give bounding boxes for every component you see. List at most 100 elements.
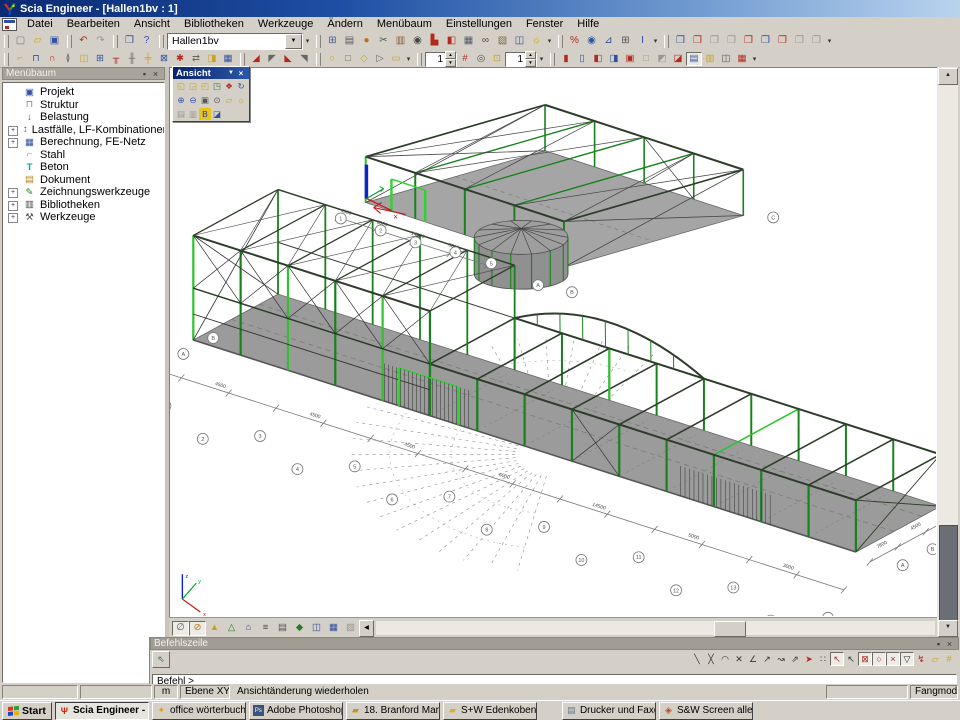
panel-view-icon-7[interactable]: ❐: [774, 33, 791, 49]
toolbar-overflow-icon[interactable]: ▾: [303, 37, 312, 45]
modify-tool-icon-4[interactable]: ◨: [606, 52, 622, 66]
toolbar-grip[interactable]: [159, 35, 164, 48]
modify-tool-icon-3[interactable]: ◧: [590, 52, 606, 66]
next-view-icon[interactable]: ▥: [187, 108, 199, 120]
select-arc-icon[interactable]: ◠: [718, 652, 732, 666]
sidebar-item-struktur[interactable]: ⊓ Struktur: [3, 99, 164, 112]
status-snap-mode[interactable]: Fangmodus: [910, 685, 958, 699]
member-tool-icon-13[interactable]: ◨: [204, 52, 220, 66]
open-icon[interactable]: ▱: [29, 33, 46, 49]
close-icon[interactable]: ×: [150, 69, 161, 79]
angle-snap-icon[interactable]: ∠: [746, 652, 760, 666]
mdi-document-icon[interactable]: [2, 18, 17, 31]
toolbar-grip[interactable]: [316, 35, 321, 48]
line-tool-icon-4[interactable]: ◥: [296, 52, 312, 66]
toolbar-grip[interactable]: [4, 53, 9, 66]
horizontal-scrollbar[interactable]: [376, 621, 935, 635]
menu-aendern[interactable]: Ändern: [320, 18, 369, 31]
stepper-up-icon[interactable]: ▲: [525, 51, 536, 59]
toolbar-overflow-icon[interactable]: ▾: [651, 37, 660, 45]
toolbar-grip[interactable]: [67, 35, 72, 48]
combobox-dropdown-icon[interactable]: ▼: [285, 34, 302, 49]
snap-mid-icon[interactable]: ↖: [844, 652, 858, 666]
sidebar-item-zeichnungswerkzeuge[interactable]: + ✎ Zeichnungswerkzeuge: [3, 186, 164, 199]
scale-x-stepper[interactable]: 1 ▲▼: [425, 52, 457, 67]
sidebar-item-werkzeuge[interactable]: + ⚒ Werkzeuge: [3, 211, 164, 224]
arrow2-icon[interactable]: ⇗: [788, 652, 802, 666]
project-settings-icon[interactable]: ⊞: [324, 33, 341, 49]
modify-tool-icon-8[interactable]: ◪: [670, 52, 686, 66]
home-view-icon[interactable]: ⌂: [240, 621, 257, 636]
draw-tool-icon-2[interactable]: □: [340, 52, 356, 66]
line-tool-icon-2[interactable]: ◤: [264, 52, 280, 66]
model-canvas[interactable]: 4500450045006000145005000300078004500450…: [170, 68, 936, 616]
box-icon[interactable]: ◧: [443, 33, 460, 49]
window2-icon[interactable]: ◫: [308, 621, 325, 636]
lamp-icon[interactable]: ☼: [528, 33, 545, 49]
sidebar-item-belastung[interactable]: ↓ Belastung: [3, 111, 164, 124]
zoom-all-icon[interactable]: ⊙: [211, 94, 223, 106]
taskbar-item-sw-screen[interactable]: ◈ S&W Screen alles -...: [659, 702, 753, 720]
member-tool-icon-9[interactable]: ╪: [140, 52, 156, 66]
member-tool-icon-8[interactable]: ╫: [124, 52, 140, 66]
modify-tool-icon-12[interactable]: ▦: [734, 52, 750, 66]
scissors-icon[interactable]: ✂: [375, 33, 392, 49]
arrow-ne-icon[interactable]: ↗: [760, 652, 774, 666]
scale-y-stepper[interactable]: 1 ▲▼: [505, 52, 537, 67]
light-icon[interactable]: ☼: [235, 94, 247, 106]
save-icon[interactable]: ▣: [46, 33, 63, 49]
taskbar-item-drucker[interactable]: ▤ Drucker und Faxg...: [562, 702, 656, 720]
toolbar-grip[interactable]: [558, 35, 563, 48]
panel-view-icon-6[interactable]: ❐: [757, 33, 774, 49]
member-tool-icon-4[interactable]: ≬: [60, 52, 76, 66]
zoom-select-icon[interactable]: ◎: [473, 52, 489, 66]
member-tool-icon-11[interactable]: ✱: [172, 52, 188, 66]
hatch-icon[interactable]: ▨: [342, 621, 359, 636]
menu-ansicht[interactable]: Ansicht: [127, 18, 177, 31]
modify-tool-icon-10[interactable]: ▥: [702, 52, 718, 66]
scroll-up-icon[interactable]: ▲: [938, 68, 958, 85]
draw-tool-icon-1[interactable]: ○: [324, 52, 340, 66]
menu-einstellungen[interactable]: Einstellungen: [439, 18, 519, 31]
modify-tool-icon-7[interactable]: ◩: [654, 52, 670, 66]
menu-menuebaum[interactable]: Menübaum: [370, 18, 439, 31]
redo-icon[interactable]: ↷: [92, 33, 109, 49]
panel-view-icon-9[interactable]: ❐: [808, 33, 825, 49]
chevron-down-icon[interactable]: ▼: [226, 70, 236, 76]
toolbar-grip[interactable]: [316, 53, 321, 66]
member-tool-icon-6[interactable]: ⊞: [92, 52, 108, 66]
pin-icon[interactable]: ▪: [139, 69, 150, 79]
clip-box-icon[interactable]: ▱: [223, 94, 235, 106]
draw-tool-icon-4[interactable]: ▷: [372, 52, 388, 66]
scale-icon[interactable]: #: [457, 52, 473, 66]
modify-tool-icon-11[interactable]: ◫: [718, 52, 734, 66]
view-x-icon[interactable]: ◱: [175, 80, 187, 92]
layers-icon[interactable]: ◫: [511, 33, 528, 49]
panel-view-icon-8[interactable]: ❐: [791, 33, 808, 49]
taskbar-item-photoshop[interactable]: Ps Adobe Photoshop ...: [249, 702, 343, 720]
toolbar-grip[interactable]: [550, 53, 555, 66]
snap-x-icon[interactable]: ×: [886, 652, 900, 666]
project-combobox[interactable]: Hallen1bv ▼: [167, 33, 303, 50]
pin-icon[interactable]: ▪: [933, 639, 944, 649]
snap-plane-icon[interactable]: ▱: [928, 652, 942, 666]
toolbar-overflow-icon[interactable]: ▾: [545, 37, 554, 45]
text-cursor-icon[interactable]: I: [634, 33, 651, 49]
axo-view-icon[interactable]: ◳: [211, 80, 223, 92]
grid2-icon[interactable]: ▦: [325, 621, 342, 636]
member-tool-icon-2[interactable]: ⊓: [28, 52, 44, 66]
notebook-icon[interactable]: ▥: [392, 33, 409, 49]
percent-icon[interactable]: %: [566, 33, 583, 49]
sidebar-item-bibliotheken[interactable]: + ▥ Bibliotheken: [3, 199, 164, 212]
menu-datei[interactable]: Datei: [20, 18, 60, 31]
member-tool-icon-10[interactable]: ⊠: [156, 52, 172, 66]
menu-bearbeiten[interactable]: Bearbeiten: [60, 18, 127, 31]
start-button[interactable]: Start: [2, 702, 52, 720]
vertical-scrollbar[interactable]: ▲ ▼: [937, 67, 958, 637]
named-view-icon[interactable]: B: [199, 108, 211, 120]
sidebar-item-berechnung[interactable]: + ▦ Berechnung, FE-Netz: [3, 136, 164, 149]
expand-icon[interactable]: +: [8, 188, 18, 198]
sidebar-item-beton[interactable]: T Beton: [3, 161, 164, 174]
panel-view-icon-5[interactable]: ❐: [740, 33, 757, 49]
print-icon[interactable]: ▤: [341, 33, 358, 49]
